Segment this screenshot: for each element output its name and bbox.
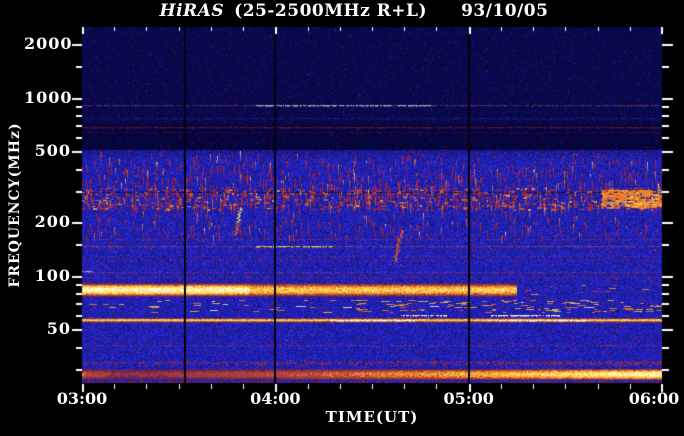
y-tick-label: 200 xyxy=(34,212,71,232)
y-tick-label: 500 xyxy=(34,141,71,161)
x-tick-label: 03:00 xyxy=(56,389,108,408)
frequency-range-label: (25-2500MHz R+L) xyxy=(234,1,428,21)
plot-title: HiRAS (25-2500MHz R+L) 93/10/05 xyxy=(64,1,644,21)
y-tick-label: 1000 xyxy=(24,87,73,107)
x-axis-label: TIME(UT) xyxy=(325,408,419,426)
y-tick-label: 50 xyxy=(46,319,71,339)
x-tick-label: 05:00 xyxy=(443,389,494,408)
x-tick-label: 06:00 xyxy=(628,389,680,408)
x-tick-label: 04:00 xyxy=(250,389,301,408)
y-axis-label: FREQUENCY(MHz) xyxy=(7,122,23,288)
y-tick-label: 2000 xyxy=(24,34,73,54)
y-tick-label: 100 xyxy=(34,265,71,285)
hiras-dynamic-spectrum-plot: HiRAS (25-2500MHz R+L) 93/10/05 FREQUENC… xyxy=(0,0,684,436)
observation-date: 93/10/05 xyxy=(461,1,549,21)
spectrogram-canvas xyxy=(0,0,684,436)
instrument-name: HiRAS xyxy=(159,1,225,21)
